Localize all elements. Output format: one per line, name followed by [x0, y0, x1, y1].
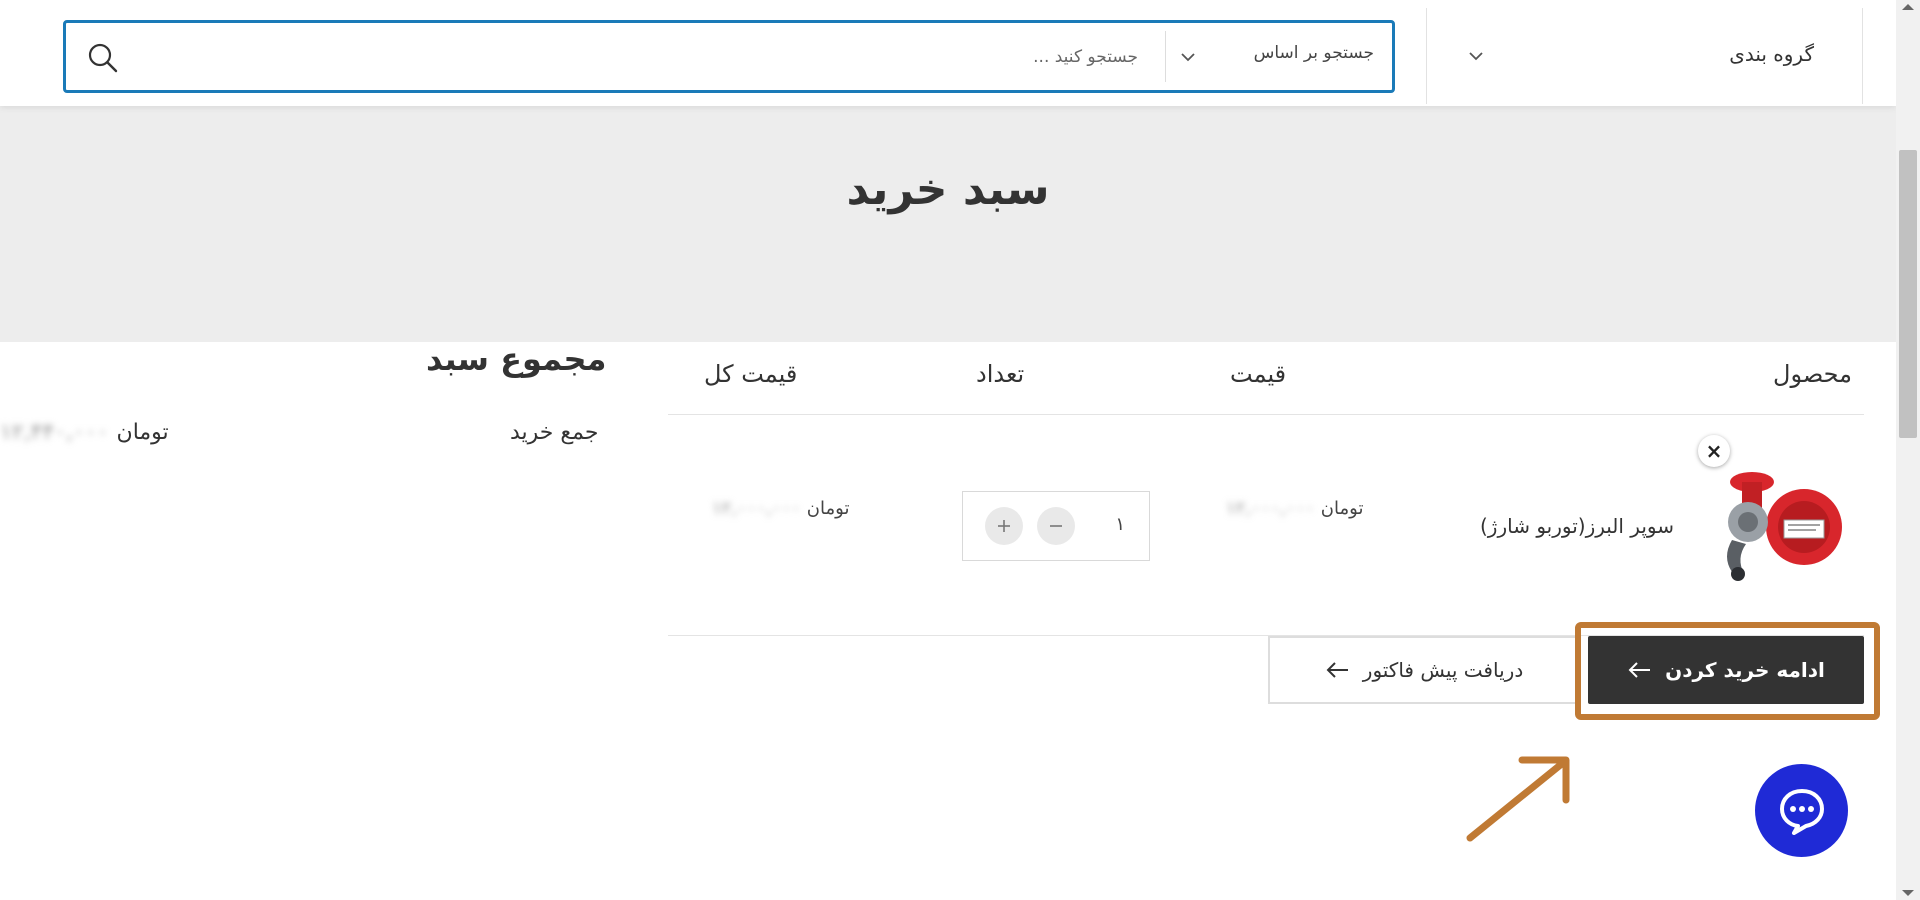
cart-totals-title: مجموع سبد — [426, 340, 607, 378]
scroll-up-arrow-icon[interactable] — [1902, 4, 1914, 10]
chat-button[interactable] — [1755, 764, 1848, 857]
arrow-left-icon — [1326, 662, 1348, 678]
continue-checkout-button[interactable]: ادامه خرید کردن — [1588, 636, 1864, 704]
page: جستجو بر اساس گروه بندی سبد خرید محصول ق… — [0, 0, 1896, 900]
chevron-down-icon — [1469, 52, 1483, 61]
arrow-left-icon — [1628, 662, 1651, 678]
scroll-down-arrow-icon[interactable] — [1902, 890, 1914, 896]
search-divider — [1165, 31, 1166, 82]
subtotal-currency: تومان — [116, 420, 169, 445]
column-header-total: قیمت کل — [704, 360, 798, 388]
total-amount: ۱۲,۰۰۰,۰۰۰ — [712, 498, 801, 519]
cart-table: محصول قیمت تعداد قیمت کل × سوپر البرز(تو… — [668, 342, 1864, 642]
subtotal-value: تومان ۱۲,۴۴۰,۰۰۰ — [0, 420, 169, 445]
divider — [668, 414, 1864, 415]
page-scrollbar[interactable] — [1896, 0, 1920, 900]
category-dropdown[interactable]: گروه بندی — [1440, 30, 1820, 80]
search-by-dropdown[interactable]: جستجو بر اساس — [1254, 43, 1374, 63]
price-amount: ۱۲,۰۰۰,۰۰۰ — [1226, 498, 1315, 519]
quantity-stepper[interactable]: ۱ — [962, 491, 1150, 561]
column-header-product: محصول — [1773, 360, 1852, 388]
header-divider — [1862, 8, 1863, 104]
annotation-arrow-icon — [1466, 756, 1570, 842]
search-bar[interactable]: جستجو بر اساس — [63, 20, 1395, 93]
continue-button-label: ادامه خرید کردن — [1665, 658, 1825, 682]
item-total: تومان ۱۲,۰۰۰,۰۰۰ — [712, 498, 849, 519]
scrollbar-thumb[interactable] — [1899, 150, 1917, 438]
site-header: جستجو بر اساس گروه بندی — [0, 0, 1896, 106]
chevron-down-icon[interactable] — [1176, 45, 1200, 69]
category-label: گروه بندی — [1729, 42, 1814, 66]
column-header-quantity: تعداد — [976, 360, 1025, 388]
chat-bubble-icon — [1779, 788, 1824, 835]
decrease-quantity-button[interactable] — [1037, 507, 1075, 545]
get-proforma-invoice-button[interactable]: دریافت پیش فاکتور — [1268, 636, 1580, 704]
total-currency: تومان — [806, 498, 850, 519]
price-currency: تومان — [1320, 498, 1364, 519]
turbocharger-image[interactable] — [1712, 462, 1852, 587]
minus-icon — [1050, 525, 1062, 527]
subtotal-label: جمع خرید — [510, 420, 599, 445]
product-name-link[interactable]: سوپر البرز(توربو شارژ) — [1480, 514, 1674, 538]
column-header-price: قیمت — [1230, 360, 1287, 388]
page-banner: سبد خرید — [0, 106, 1896, 342]
page-title: سبد خرید — [846, 164, 1050, 215]
quantity-value[interactable]: ۱ — [1115, 514, 1125, 535]
remove-item-button[interactable]: × — [1698, 435, 1730, 467]
plus-icon — [998, 520, 1010, 532]
search-input[interactable] — [252, 23, 1152, 90]
subtotal-amount: ۱۲,۴۴۰,۰۰۰ — [0, 420, 109, 445]
search-icon[interactable] — [86, 41, 120, 75]
increase-quantity-button[interactable] — [985, 507, 1023, 545]
invoice-button-label: دریافت پیش فاکتور — [1362, 658, 1524, 682]
header-divider — [1426, 8, 1427, 104]
item-price: تومان ۱۲,۰۰۰,۰۰۰ — [1226, 498, 1363, 519]
